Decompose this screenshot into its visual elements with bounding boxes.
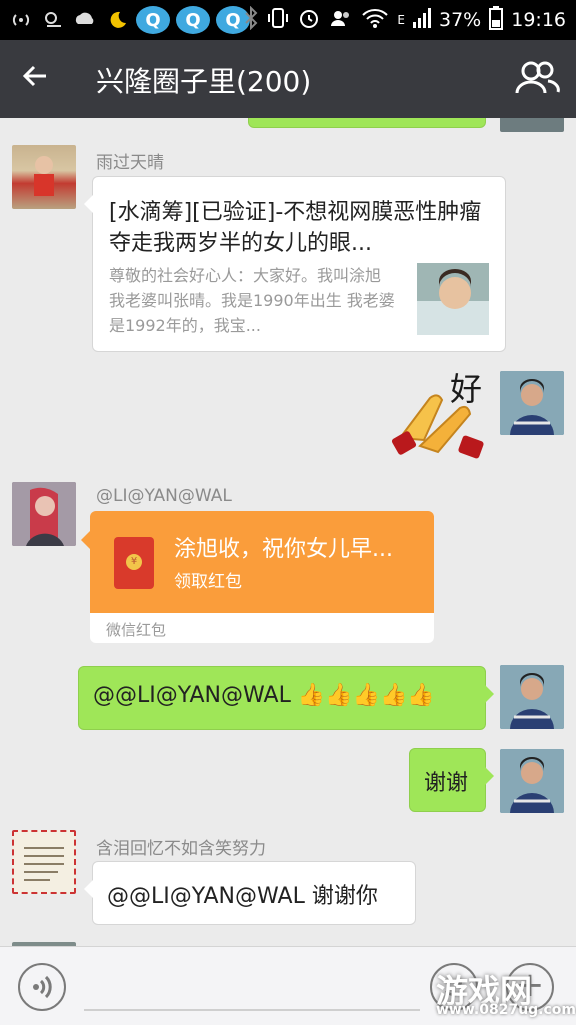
qq-icon: Q (136, 6, 170, 34)
avatar[interactable] (12, 482, 76, 546)
chat-header: 兴隆圈子里(200) (0, 40, 576, 118)
group-members-button[interactable] (514, 60, 560, 98)
red-packet-footer: 微信红包 (90, 613, 434, 643)
group-members-icon (515, 61, 560, 94)
link-thumbnail (417, 263, 489, 335)
battery-icon (489, 5, 504, 35)
message-text: 谢谢 (424, 771, 469, 796)
network-type-label: E (397, 13, 405, 27)
sender-name: 含泪回忆不如含笑努力 (96, 839, 266, 859)
clock-time: 19:16 (511, 9, 566, 31)
sender-name: 雨过天晴 (96, 153, 164, 173)
sender-name: @LI@YAN@WAL (96, 486, 232, 506)
back-button[interactable] (20, 60, 60, 98)
moon-icon (104, 7, 130, 33)
message-bubble[interactable]: @@LI@YAN@WAL 👍👍👍👍👍 (78, 666, 494, 730)
link-description: 尊敬的社会好心人：大家好。我叫涂旭 我老婆叫张晴。我是1990年出生 我老婆是1… (109, 266, 395, 335)
avatar[interactable] (500, 749, 564, 813)
message-bubble[interactable]: @@LI@YAN@WAL 谢谢你 (84, 861, 416, 925)
bluetooth-icon (243, 5, 259, 35)
message-bubble[interactable]: 谢谢 (409, 748, 494, 812)
wifi-icon (361, 7, 389, 34)
sticker-caption: 好 (450, 370, 483, 408)
qq-icon: Q (176, 6, 210, 34)
chat-title: 兴隆圈子里(200) (96, 65, 312, 98)
message-list[interactable]: 雨过天晴 [水滴筹][已验证]-不想视网膜恶性肿瘤夺走我两岁半的女儿的眼... … (0, 118, 576, 946)
avatar[interactable] (500, 371, 564, 435)
red-packet-footer-label: 微信红包 (106, 621, 167, 639)
system-status: E 37% 19:16 (243, 0, 566, 40)
avatar[interactable] (12, 145, 76, 209)
voice-button[interactable] (18, 963, 66, 1011)
contacts-icon (329, 6, 353, 35)
message-text: @@LI@YAN@WAL 谢谢你 (107, 884, 378, 909)
previous-message-bubble[interactable] (248, 118, 486, 128)
link-title: [水滴筹][已验证]-不想视网膜恶性肿瘤夺走我两岁半的女儿的眼... (109, 200, 482, 256)
avatar[interactable] (500, 665, 564, 729)
watermark-url: www.0827ug.com (436, 1002, 576, 1018)
battery-percent: 37% (439, 9, 482, 31)
signal-icon (413, 7, 431, 33)
weather-sun-icon (40, 7, 66, 33)
red-packet-card[interactable]: ¥ 涂旭收，祝你女儿早... 领取红包 微信红包 (81, 511, 434, 643)
red-envelope-icon: ¥ (114, 537, 154, 589)
red-packet-subtitle: 领取红包 (174, 572, 242, 592)
alarm-icon (297, 6, 321, 35)
voice-icon (33, 975, 52, 999)
message-input[interactable] (84, 1009, 420, 1011)
sticker[interactable]: 好 (390, 368, 490, 464)
message-text: @@LI@YAN@WAL 👍👍👍👍👍 (93, 683, 435, 708)
wifi-hotspot-icon (8, 7, 34, 33)
vibrate-icon (267, 6, 289, 35)
red-packet-title: 涂旭收，祝你女儿早... (174, 537, 393, 562)
bubble-tail (81, 531, 90, 549)
notification-icons: Q Q Q (8, 6, 250, 34)
status-bar: Q Q Q E 37% 19:16 (0, 0, 576, 40)
arrow-left-icon (22, 65, 46, 87)
avatar[interactable] (500, 118, 564, 132)
link-card[interactable]: [水滴筹][已验证]-不想视网膜恶性肿瘤夺走我两岁半的女儿的眼... 尊敬的社会… (84, 176, 506, 352)
weather-cloud-icon (72, 7, 98, 33)
red-packet-header: ¥ 涂旭收，祝你女儿早... 领取红包 (90, 511, 434, 613)
avatar[interactable] (12, 830, 76, 894)
